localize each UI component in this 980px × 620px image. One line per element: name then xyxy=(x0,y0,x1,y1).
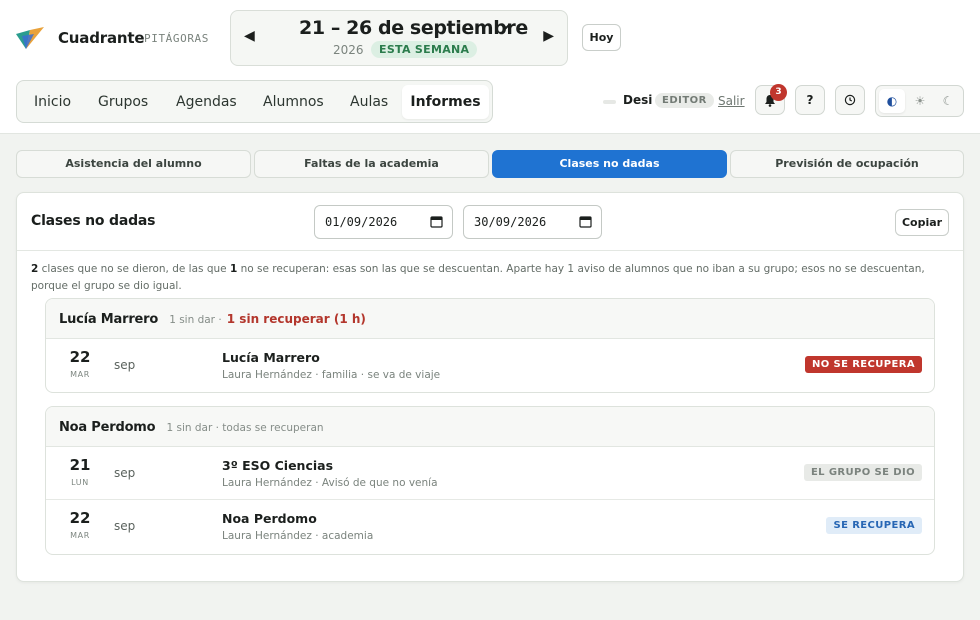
report-title: Clases no dadas xyxy=(31,213,156,229)
row-month: sep xyxy=(114,519,136,533)
week-selector: ◀ 21 – 26 de septiembre 2026 ESTA SEMANA… xyxy=(230,10,568,66)
help-button[interactable]: ? xyxy=(795,85,825,115)
copy-button[interactable]: Copiar xyxy=(895,209,949,236)
group-name: Noa Perdomo xyxy=(59,420,156,435)
row-day: 22 xyxy=(69,348,91,366)
chevron-right-icon[interactable]: ▶ xyxy=(543,28,554,44)
date-to-input[interactable]: 30/09/2026 xyxy=(463,205,602,239)
contrast-icon[interactable]: ◐ xyxy=(879,89,905,113)
week-title[interactable]: 21 – 26 de septiembre xyxy=(299,17,528,39)
group-alert: 1 sin recuperar (1 h) xyxy=(226,312,366,326)
nav-item-aulas[interactable]: Aulas xyxy=(350,85,388,119)
class-row[interactable]: 22 MAR sep Lucía Marrero Laura Hernández… xyxy=(46,339,934,392)
row-weekday: MAR xyxy=(70,531,90,540)
row-month: sep xyxy=(114,466,136,480)
group-header: Noa Perdomo 1 sin dar · todas se recuper… xyxy=(46,407,934,447)
row-title: 3º ESO Ciencias xyxy=(222,458,334,473)
moon-icon[interactable]: ☾ xyxy=(935,89,961,113)
report-summary: 2 clases que no se dieron, de las que 1 … xyxy=(31,261,951,295)
status-badge: EL GRUPO SE DIO xyxy=(803,464,922,481)
divider xyxy=(17,250,963,251)
calendar-icon[interactable] xyxy=(579,215,592,228)
row-month: sep xyxy=(114,358,136,372)
row-detail: Laura Hernández · academia xyxy=(222,530,374,542)
report-card: Clases no dadas 01/09/2026 30/09/2026 Co… xyxy=(16,192,964,582)
sun-icon[interactable]: ☀ xyxy=(907,89,933,113)
calendar-icon[interactable] xyxy=(430,215,443,228)
group-meta: 1 sin dar · xyxy=(169,314,222,326)
row-detail: Laura Hernández · Avisó de que no venía xyxy=(222,477,438,489)
date-from-value: 01/09/2026 xyxy=(325,215,398,229)
date-to-value: 30/09/2026 xyxy=(474,215,547,229)
row-day: 22 xyxy=(69,509,91,527)
nav-item-informes[interactable]: Informes xyxy=(402,85,489,119)
user-role-badge: EDITOR xyxy=(655,93,714,108)
app-subtitle: PITÁGORAS xyxy=(144,32,210,45)
history-button[interactable] xyxy=(835,85,865,115)
tab-asistencia-alumno[interactable]: Asistencia del alumno xyxy=(16,150,251,178)
logout-link[interactable]: Salir xyxy=(718,94,745,108)
row-detail: Laura Hernández · familia · se va de via… xyxy=(222,369,441,381)
notification-count-badge: 3 xyxy=(770,84,787,101)
row-title: Lucía Marrero xyxy=(222,350,320,365)
group-name: Lucía Marrero xyxy=(59,312,159,327)
class-row[interactable]: 22 MAR sep Noa Perdomo Laura Hernández ·… xyxy=(46,500,934,553)
clock-icon xyxy=(844,94,856,106)
group-header: Lucía Marrero 1 sin dar · 1 sin recupera… xyxy=(46,299,934,339)
top-header: Cuadrante PITÁGORAS ◀ 21 – 26 de septiem… xyxy=(0,0,980,134)
row-day: 21 xyxy=(69,456,91,474)
date-from-input[interactable]: 01/09/2026 xyxy=(314,205,453,239)
nav-item-inicio[interactable]: Inicio xyxy=(34,85,71,119)
student-group: Lucía Marrero 1 sin dar · 1 sin recupera… xyxy=(45,298,935,393)
status-badge: SE RECUPERA xyxy=(826,517,922,534)
student-group: Noa Perdomo 1 sin dar · todas se recuper… xyxy=(45,406,935,555)
week-year: 2026 xyxy=(333,43,364,57)
status-badge: NO SE RECUPERA xyxy=(804,356,922,373)
row-weekday: LUN xyxy=(71,478,89,487)
theme-switcher: ◐ ☀ ☾ xyxy=(875,85,964,117)
app-name: Cuadrante xyxy=(58,29,145,47)
tab-prevision-ocupacion[interactable]: Previsión de ocupación xyxy=(730,150,964,178)
current-week-badge: ESTA SEMANA xyxy=(371,41,478,58)
group-meta: 1 sin dar · todas se recuperan xyxy=(166,422,324,434)
today-button[interactable]: Hoy xyxy=(582,24,621,51)
nav-item-grupos[interactable]: Grupos xyxy=(98,85,148,119)
row-weekday: MAR xyxy=(70,370,90,379)
app-logo-icon xyxy=(16,27,44,49)
summary-text-1: clases que no se dieron, de las que xyxy=(38,263,230,275)
user-status-indicator xyxy=(603,100,616,104)
main-nav: Inicio Grupos Agendas Alumnos Aulas Info… xyxy=(16,80,493,123)
chevron-left-icon[interactable]: ◀ xyxy=(244,28,255,44)
nav-item-alumnos[interactable]: Alumnos xyxy=(263,85,324,119)
class-row[interactable]: 21 LUN sep 3º ESO Ciencias Laura Hernánd… xyxy=(46,447,934,500)
tab-clases-no-dadas[interactable]: Clases no dadas xyxy=(492,150,727,178)
nav-item-agendas[interactable]: Agendas xyxy=(176,85,237,119)
tab-faltas-academia[interactable]: Faltas de la academia xyxy=(254,150,489,178)
row-title: Noa Perdomo xyxy=(222,511,317,526)
chevron-down-icon[interactable] xyxy=(501,22,511,30)
user-name: Desi xyxy=(623,93,653,107)
